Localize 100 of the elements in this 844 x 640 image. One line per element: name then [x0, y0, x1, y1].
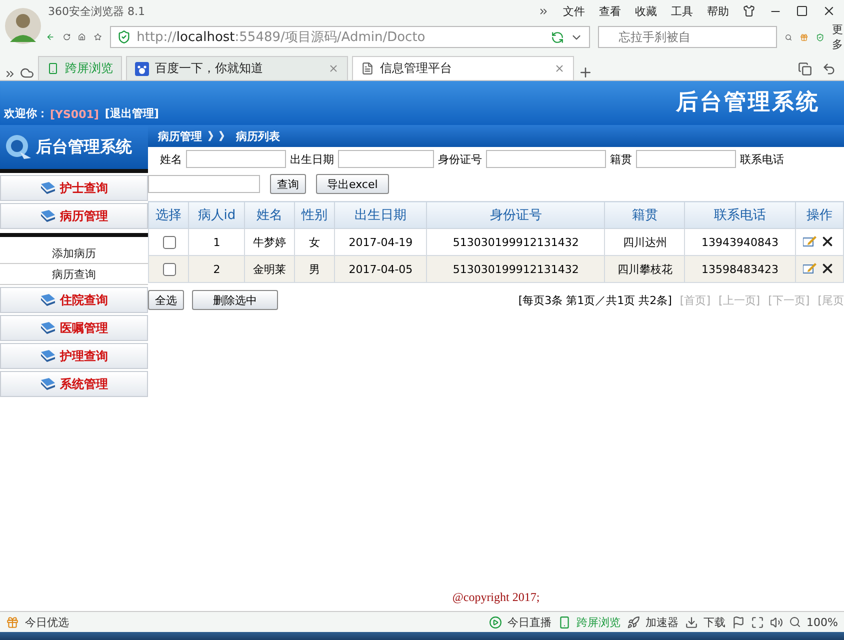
maximize-icon[interactable]: [796, 5, 808, 17]
paw-icon: [135, 62, 149, 76]
row-checkbox[interactable]: [162, 236, 176, 248]
search-button[interactable]: 查询: [270, 174, 306, 194]
column-header: 身份证号: [426, 202, 605, 228]
filter-field[interactable]: [486, 150, 606, 168]
breadcrumb-page: 病历列表: [236, 128, 280, 144]
status-item[interactable]: 加速器: [646, 614, 679, 630]
url-text: http://localhost:55489/项目源码/Admin/Docto: [136, 29, 426, 46]
select-all-button[interactable]: 全选: [148, 290, 184, 310]
search-field[interactable]: 忘拉手刹被自: [598, 26, 777, 48]
book-icon: [40, 181, 56, 195]
filter-label: 联系电话: [740, 152, 784, 166]
filter-label: 籍贯: [610, 152, 632, 166]
filter-label: 出生日期: [290, 152, 334, 166]
welcome-label: 欢迎你：: [4, 106, 48, 121]
status-item[interactable]: 下载: [704, 614, 726, 630]
sidebar-group[interactable]: 护士查询: [0, 175, 148, 201]
close-icon[interactable]: [822, 4, 836, 18]
column-header: 出生日期: [334, 202, 427, 228]
book-icon: [40, 321, 56, 335]
rocket-icon: [626, 616, 640, 628]
shirt-icon[interactable]: [743, 5, 755, 17]
sidebar-title: 后台管理系统: [36, 136, 132, 158]
sidebar-group[interactable]: 护理查询: [0, 343, 148, 369]
flag-icon[interactable]: [732, 616, 745, 628]
column-header: 联系电话: [684, 202, 796, 228]
more-link[interactable]: 更多: [832, 22, 844, 52]
book-icon: [40, 377, 56, 391]
header-title: 后台管理系统: [676, 89, 820, 117]
browser-tab[interactable]: 百度一下，你就知道: [126, 56, 348, 80]
edit-icon[interactable]: [803, 235, 818, 248]
table-cell: 牛梦婷: [244, 228, 295, 256]
menu-item[interactable]: 收藏: [635, 4, 657, 18]
phone-icon: [558, 616, 571, 628]
sidebar-group[interactable]: 住院查询: [0, 287, 148, 313]
table-cell: 513030199912131432: [426, 228, 605, 256]
zoom-icon[interactable]: [788, 616, 801, 628]
avatar-icon[interactable]: [4, 6, 42, 46]
table-cell: 男: [294, 256, 335, 282]
table-cell: 2017-04-19: [334, 228, 427, 256]
menu-item[interactable]: 查看: [599, 4, 621, 18]
restore-icon[interactable]: [798, 62, 812, 76]
shield-icon: [116, 30, 131, 44]
row-checkbox[interactable]: [162, 262, 176, 276]
play-icon: [488, 616, 502, 628]
book-icon: [40, 209, 56, 223]
address-field[interactable]: http://localhost:55489/项目源码/Admin/Docto: [110, 26, 590, 48]
filter-field[interactable]: [186, 150, 286, 168]
zoom-level[interactable]: 100%: [806, 616, 838, 628]
browser-title: 360安全浏览器 8.1: [48, 4, 145, 18]
table-cell: 女: [294, 228, 335, 256]
edit-icon[interactable]: [803, 262, 818, 274]
table-cell: 13598483423: [684, 256, 796, 282]
sidebar-group[interactable]: 病历管理: [0, 203, 148, 229]
breadcrumb-section: 病历管理: [158, 128, 202, 144]
column-header: 病人id: [188, 202, 245, 228]
chevron-icon[interactable]: [538, 6, 549, 16]
sidebar-group[interactable]: 系统管理: [0, 371, 148, 397]
table-cell: 513030199912131432: [426, 256, 605, 282]
menu-item[interactable]: 帮助: [707, 4, 729, 18]
maximize-icon[interactable]: [750, 616, 764, 628]
table-cell: 金明莱: [244, 256, 295, 282]
undo-icon[interactable]: [822, 62, 836, 76]
table-cell: 13943940843: [684, 228, 796, 256]
copyright-text: @copyright 2017;: [452, 590, 540, 604]
phone-icon: [47, 62, 59, 75]
pager-info: [每页3条 第1页／共1页 共2条]: [518, 292, 672, 308]
logout-link[interactable]: [退出管理]: [104, 106, 159, 121]
logo-icon: [4, 134, 32, 160]
refresh-icon[interactable]: [550, 30, 564, 44]
table-cell: 1: [188, 228, 245, 256]
filter-label: 姓名: [160, 152, 182, 166]
menu-item[interactable]: 文件: [563, 4, 585, 18]
page-icon: [361, 62, 374, 75]
filter-label: 身份证号: [438, 152, 482, 166]
breadcrumb-separator: 》》: [208, 128, 230, 144]
status-item[interactable]: 今日直播: [508, 614, 552, 630]
table-cell: 2017-04-05: [334, 256, 427, 282]
sidebar-toggle-icon[interactable]: [4, 68, 16, 80]
menu-item[interactable]: 工具: [671, 4, 693, 18]
cloud-icon[interactable]: [20, 66, 34, 80]
table-cell: 四川达州: [604, 228, 685, 256]
filter-field[interactable]: [338, 150, 434, 168]
sidebar-group[interactable]: 医嘱管理: [0, 315, 148, 341]
book-icon: [40, 293, 56, 307]
new-tab-icon[interactable]: [578, 65, 593, 80]
browser-tab[interactable]: 信息管理平台: [352, 56, 574, 80]
user-name: [YS001]: [50, 108, 99, 121]
filter-field[interactable]: [148, 175, 260, 193]
volume-icon[interactable]: [770, 616, 783, 628]
column-header: 操作: [795, 202, 844, 228]
delete-button[interactable]: 删除选中: [192, 290, 278, 310]
status-item[interactable]: 今日优选: [25, 614, 69, 630]
download-icon: [684, 616, 698, 628]
export-button[interactable]: 导出excel: [316, 174, 389, 194]
table-cell: 2: [188, 256, 245, 282]
column-header: 姓名: [244, 202, 295, 228]
filter-field[interactable]: [636, 150, 736, 168]
column-header: 选择: [148, 202, 188, 228]
